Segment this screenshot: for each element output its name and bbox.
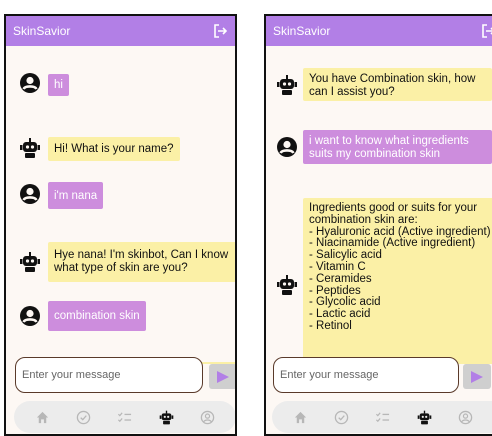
message-input-wrapper xyxy=(273,357,459,393)
nav-checklist[interactable] xyxy=(372,406,394,428)
user-message-bubble: combination skin xyxy=(48,301,146,331)
checklist-icon xyxy=(376,411,390,422)
user-message-bubble: i'm nana xyxy=(48,182,104,209)
chat-screen-right: SkinSavior You have Combination skin, ho… xyxy=(264,14,492,436)
nav-home[interactable] xyxy=(290,406,312,428)
nav-check[interactable] xyxy=(331,406,353,428)
app-title: SkinSavior xyxy=(273,24,331,38)
bot-message-bubble: Ingredients good or suits for your combi… xyxy=(303,198,492,364)
message-row: You have Combination skin, how can I ass… xyxy=(266,68,492,101)
nav-profile[interactable] xyxy=(454,406,476,428)
check-circle-icon xyxy=(77,410,91,424)
nav-check[interactable] xyxy=(73,406,95,428)
app-bar: SkinSavior xyxy=(6,16,235,46)
user-avatar-icon xyxy=(20,306,40,326)
bottom-nav xyxy=(272,401,492,433)
message-input[interactable] xyxy=(280,369,458,381)
nav-home[interactable] xyxy=(32,406,54,428)
nav-chatbot[interactable] xyxy=(155,406,177,428)
message-row: i want to know what ingredients suits my… xyxy=(266,130,492,164)
nav-checklist[interactable] xyxy=(114,406,136,428)
message-row: Hi! What is your name? xyxy=(6,134,235,164)
chat-messages: You have Combination skin, how can I ass… xyxy=(266,46,492,364)
robot-icon xyxy=(417,410,431,424)
message-row: Ingredients good or suits for your combi… xyxy=(266,198,492,364)
robot-avatar-icon xyxy=(20,252,40,272)
robot-icon xyxy=(159,410,173,424)
message-input-wrapper xyxy=(15,357,203,393)
chat-messages: hi Hi! What is your name? i'm nana Hye n… xyxy=(6,46,235,364)
robot-avatar-icon xyxy=(277,75,297,95)
message-row: i'm nana xyxy=(6,179,235,209)
message-row: Hye nana! I'm skinbot, Can I know what t… xyxy=(6,242,235,282)
robot-avatar-icon xyxy=(277,275,297,295)
send-icon xyxy=(471,370,483,383)
message-input[interactable] xyxy=(22,369,202,381)
app-bar: SkinSavior xyxy=(266,16,492,46)
user-message-bubble: i want to know what ingredients suits my… xyxy=(303,130,492,164)
bottom-nav xyxy=(14,401,235,433)
robot-avatar-icon xyxy=(20,138,40,158)
nav-profile[interactable] xyxy=(196,406,218,428)
send-button[interactable] xyxy=(209,364,235,389)
app-title: SkinSavior xyxy=(13,24,71,38)
send-button[interactable] xyxy=(463,364,491,389)
logout-icon[interactable] xyxy=(212,23,228,39)
nav-chatbot[interactable] xyxy=(413,406,435,428)
bot-message-bubble: Hye nana! I'm skinbot, Can I know what t… xyxy=(48,242,235,282)
profile-icon xyxy=(458,410,473,424)
message-row: hi xyxy=(6,68,235,98)
user-message-bubble: hi xyxy=(48,74,69,96)
user-avatar-icon xyxy=(20,184,40,204)
message-row: combination skin xyxy=(6,300,235,332)
user-avatar-icon xyxy=(277,137,297,157)
checklist-icon xyxy=(118,411,132,422)
home-icon xyxy=(36,411,49,423)
bot-message-bubble: You have Combination skin, how can I ass… xyxy=(303,68,492,101)
home-icon xyxy=(294,411,307,423)
send-icon xyxy=(217,370,229,383)
bot-message-bubble: Hi! What is your name? xyxy=(48,137,180,161)
user-avatar-icon xyxy=(20,73,40,93)
chat-screen-left: SkinSavior hi Hi! What is your name? i'm… xyxy=(4,14,237,436)
profile-icon xyxy=(200,410,215,424)
check-circle-icon xyxy=(335,410,349,424)
logout-icon[interactable] xyxy=(480,23,492,39)
